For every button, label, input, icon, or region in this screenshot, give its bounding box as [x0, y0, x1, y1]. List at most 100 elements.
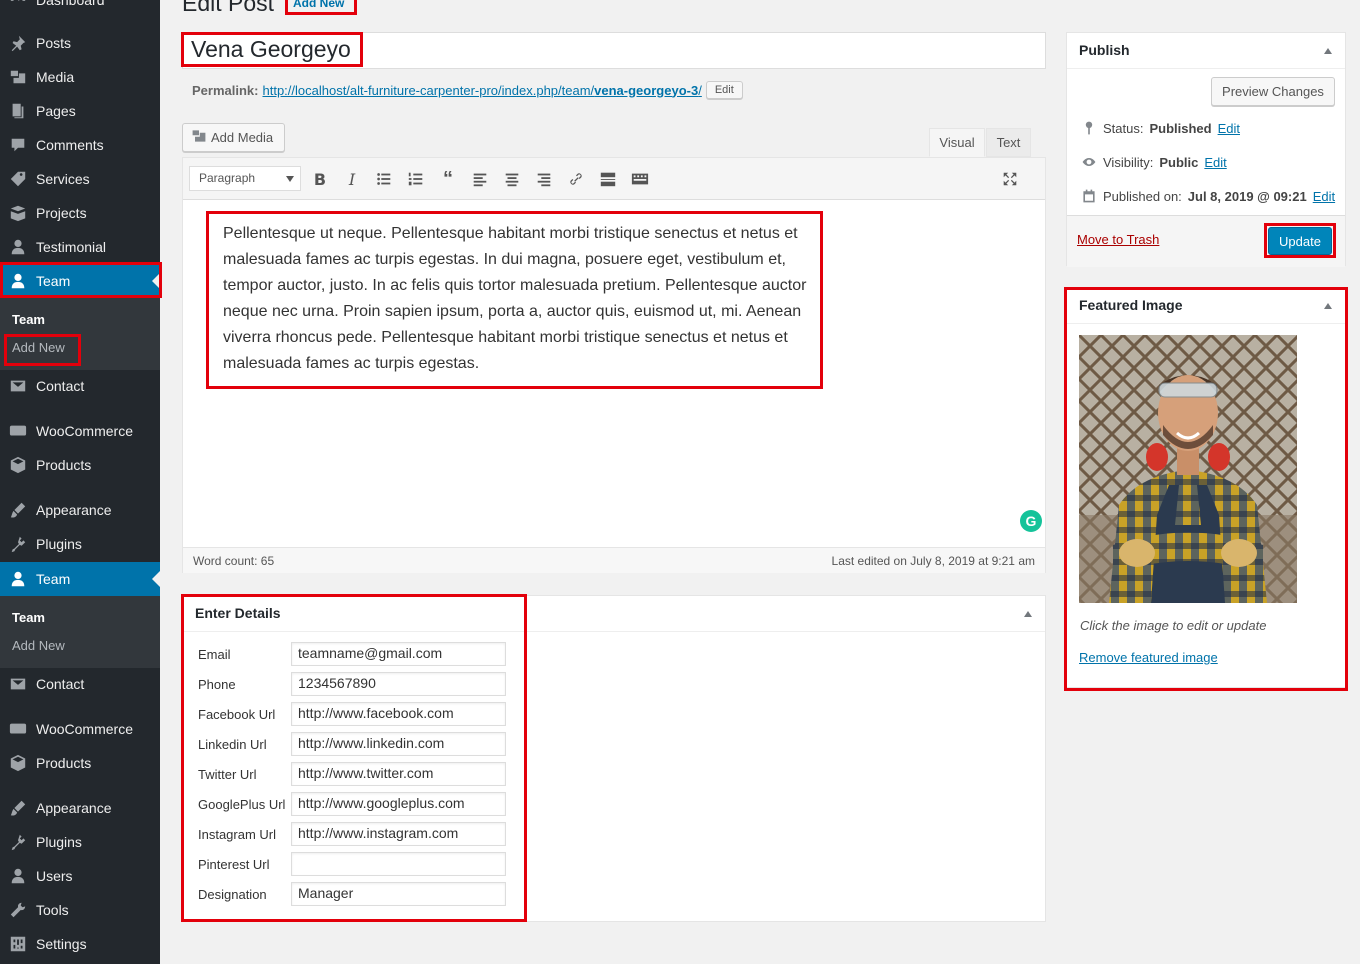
user-icon: [0, 867, 36, 885]
italic-button[interactable]: I: [341, 168, 363, 190]
box-icon: [0, 456, 36, 474]
wrench-icon: [0, 901, 36, 919]
sidebar-item-label: Settings: [36, 936, 87, 952]
add-new-link[interactable]: Add New: [293, 0, 344, 10]
designation-field[interactable]: Manager: [291, 882, 506, 906]
sidebar-item-comments[interactable]: Comments: [0, 128, 160, 162]
twitter-url-field[interactable]: http://www.twitter.com: [291, 762, 506, 786]
sidebar-item-tools[interactable]: Tools: [0, 893, 160, 927]
collapse-arrow-icon[interactable]: [1324, 303, 1332, 309]
sidebar-item-posts[interactable]: Posts: [0, 26, 160, 60]
blockquote-button[interactable]: “: [437, 168, 459, 190]
email-field[interactable]: teamname@gmail.com: [291, 642, 506, 666]
add-media-label: Add Media: [211, 130, 274, 145]
status-edit-link[interactable]: Edit: [1218, 121, 1240, 136]
sidebar-item-team-2[interactable]: Team: [0, 562, 160, 596]
move-to-trash-link[interactable]: Move to Trash: [1077, 232, 1159, 247]
details-header[interactable]: Enter Details: [183, 596, 1045, 632]
publish-header[interactable]: Publish: [1067, 33, 1345, 69]
align-right-button[interactable]: [533, 168, 555, 190]
calendar-icon: [1083, 189, 1095, 203]
brush-icon: [0, 799, 36, 817]
sidebar-item-woocommerce-2[interactable]: WooCommerce: [0, 712, 160, 746]
link-icon[interactable]: [565, 168, 587, 190]
media-icon: [191, 128, 207, 147]
featured-header[interactable]: Featured Image: [1067, 288, 1345, 324]
visibility-edit-link[interactable]: Edit: [1204, 155, 1226, 170]
collapse-arrow-icon[interactable]: [1024, 611, 1032, 617]
sidebar-item-plugins[interactable]: Plugins: [0, 527, 160, 561]
submenu-add-new-2[interactable]: Add New: [12, 638, 65, 653]
sidebar-item-label: Products: [36, 755, 92, 771]
update-button[interactable]: Update: [1268, 227, 1332, 255]
sidebar-item-pages[interactable]: Pages: [0, 94, 160, 128]
align-center-button[interactable]: [501, 168, 523, 190]
woo-icon: [0, 720, 36, 738]
bold-button[interactable]: B: [309, 168, 331, 190]
pinterest-url-field[interactable]: [291, 852, 506, 876]
fullscreen-icon[interactable]: [999, 168, 1021, 190]
status-label: Status:: [1103, 120, 1144, 136]
format-select[interactable]: Paragraph: [189, 166, 301, 191]
tab-visual[interactable]: Visual: [929, 128, 985, 157]
sidebar-item-label: Dashboard: [36, 0, 105, 8]
email-icon: [0, 675, 36, 693]
editor-toolbar: Paragraph B I “: [183, 158, 1045, 200]
tab-text[interactable]: Text: [986, 128, 1031, 157]
sidebar-item-settings[interactable]: Settings: [0, 927, 160, 961]
sidebar-item-contact[interactable]: Contact: [0, 369, 160, 403]
post-content[interactable]: Pellentesque ut neque. Pellentesque habi…: [223, 221, 808, 377]
pin-icon: [0, 34, 36, 52]
post-title-input[interactable]: Vena Georgeyo: [182, 32, 1046, 69]
publish-box: Publish Preview Changes Status: Publishe…: [1066, 32, 1346, 267]
googleplus-url-field[interactable]: http://www.googleplus.com: [291, 792, 506, 816]
featured-image-carpenter[interactable]: [1079, 335, 1297, 603]
permalink-link[interactable]: http://localhost/alt-furniture-carpenter…: [262, 83, 701, 98]
visibility-row: Visibility: Public Edit: [1081, 154, 1227, 170]
sidebar-item-services[interactable]: Services: [0, 162, 160, 196]
toolbar-toggle-button[interactable]: [629, 168, 651, 190]
published-value: Jul 8, 2019 @ 09:21: [1187, 188, 1307, 204]
grammarly-icon[interactable]: G: [1020, 510, 1042, 532]
sidebar-item-plugins-2[interactable]: Plugins: [0, 825, 160, 859]
sidebar-item-media[interactable]: Media: [0, 60, 160, 94]
sidebar-item-users[interactable]: Users: [0, 859, 160, 893]
publish-actions: Move to Trash Update: [1067, 215, 1345, 267]
page-title: Edit Post: [182, 0, 275, 16]
field-label: Email: [198, 646, 231, 662]
read-more-button[interactable]: [597, 168, 619, 190]
remove-featured-image-link[interactable]: Remove featured image: [1079, 650, 1218, 665]
media-icon: [0, 68, 36, 86]
linkedin-url-field[interactable]: http://www.linkedin.com: [291, 732, 506, 756]
field-designation: Designation Manager: [198, 882, 528, 906]
published-edit-link[interactable]: Edit: [1313, 189, 1335, 204]
add-media-button[interactable]: Add Media: [182, 123, 285, 152]
sidebar-item-products[interactable]: Products: [0, 448, 160, 482]
facebook-url-field[interactable]: http://www.facebook.com: [291, 702, 506, 726]
sidebar-item-contact-2[interactable]: Contact: [0, 667, 160, 701]
sidebar-item-dashboard[interactable]: Dashboard: [0, 0, 160, 17]
sidebar-item-appearance-2[interactable]: Appearance: [0, 791, 160, 825]
permalink-edit-button[interactable]: Edit: [705, 81, 743, 99]
sidebar-item-label: Posts: [36, 35, 72, 51]
bullet-list-button[interactable]: [373, 168, 395, 190]
sidebar-item-products-2[interactable]: Products: [0, 746, 160, 780]
phone-field[interactable]: 1234567890: [291, 672, 506, 696]
published-label: Published on:: [1103, 188, 1182, 204]
sidebar-item-label: Plugins: [36, 536, 82, 552]
sidebar-item-testimonial[interactable]: Testimonial: [0, 230, 160, 264]
sidebar-item-projects[interactable]: Projects: [0, 196, 160, 230]
align-left-button[interactable]: [469, 168, 491, 190]
preview-changes-button[interactable]: Preview Changes: [1211, 77, 1335, 106]
sidebar-item-woocommerce[interactable]: WooCommerce: [0, 414, 160, 448]
sidebar-item-team[interactable]: Team: [0, 264, 160, 298]
submenu-add-new[interactable]: Add New: [12, 340, 65, 355]
numbered-list-button[interactable]: [405, 168, 427, 190]
sidebar-item-label: WooCommerce: [36, 423, 133, 439]
sidebar-item-appearance[interactable]: Appearance: [0, 493, 160, 527]
instagram-url-field[interactable]: http://www.instagram.com: [291, 822, 506, 846]
page-icon: [0, 102, 36, 120]
field-instagram: Instagram Url http://www.instagram.com: [198, 822, 528, 846]
portfolio-icon: [0, 204, 36, 222]
collapse-arrow-icon[interactable]: [1324, 48, 1332, 54]
